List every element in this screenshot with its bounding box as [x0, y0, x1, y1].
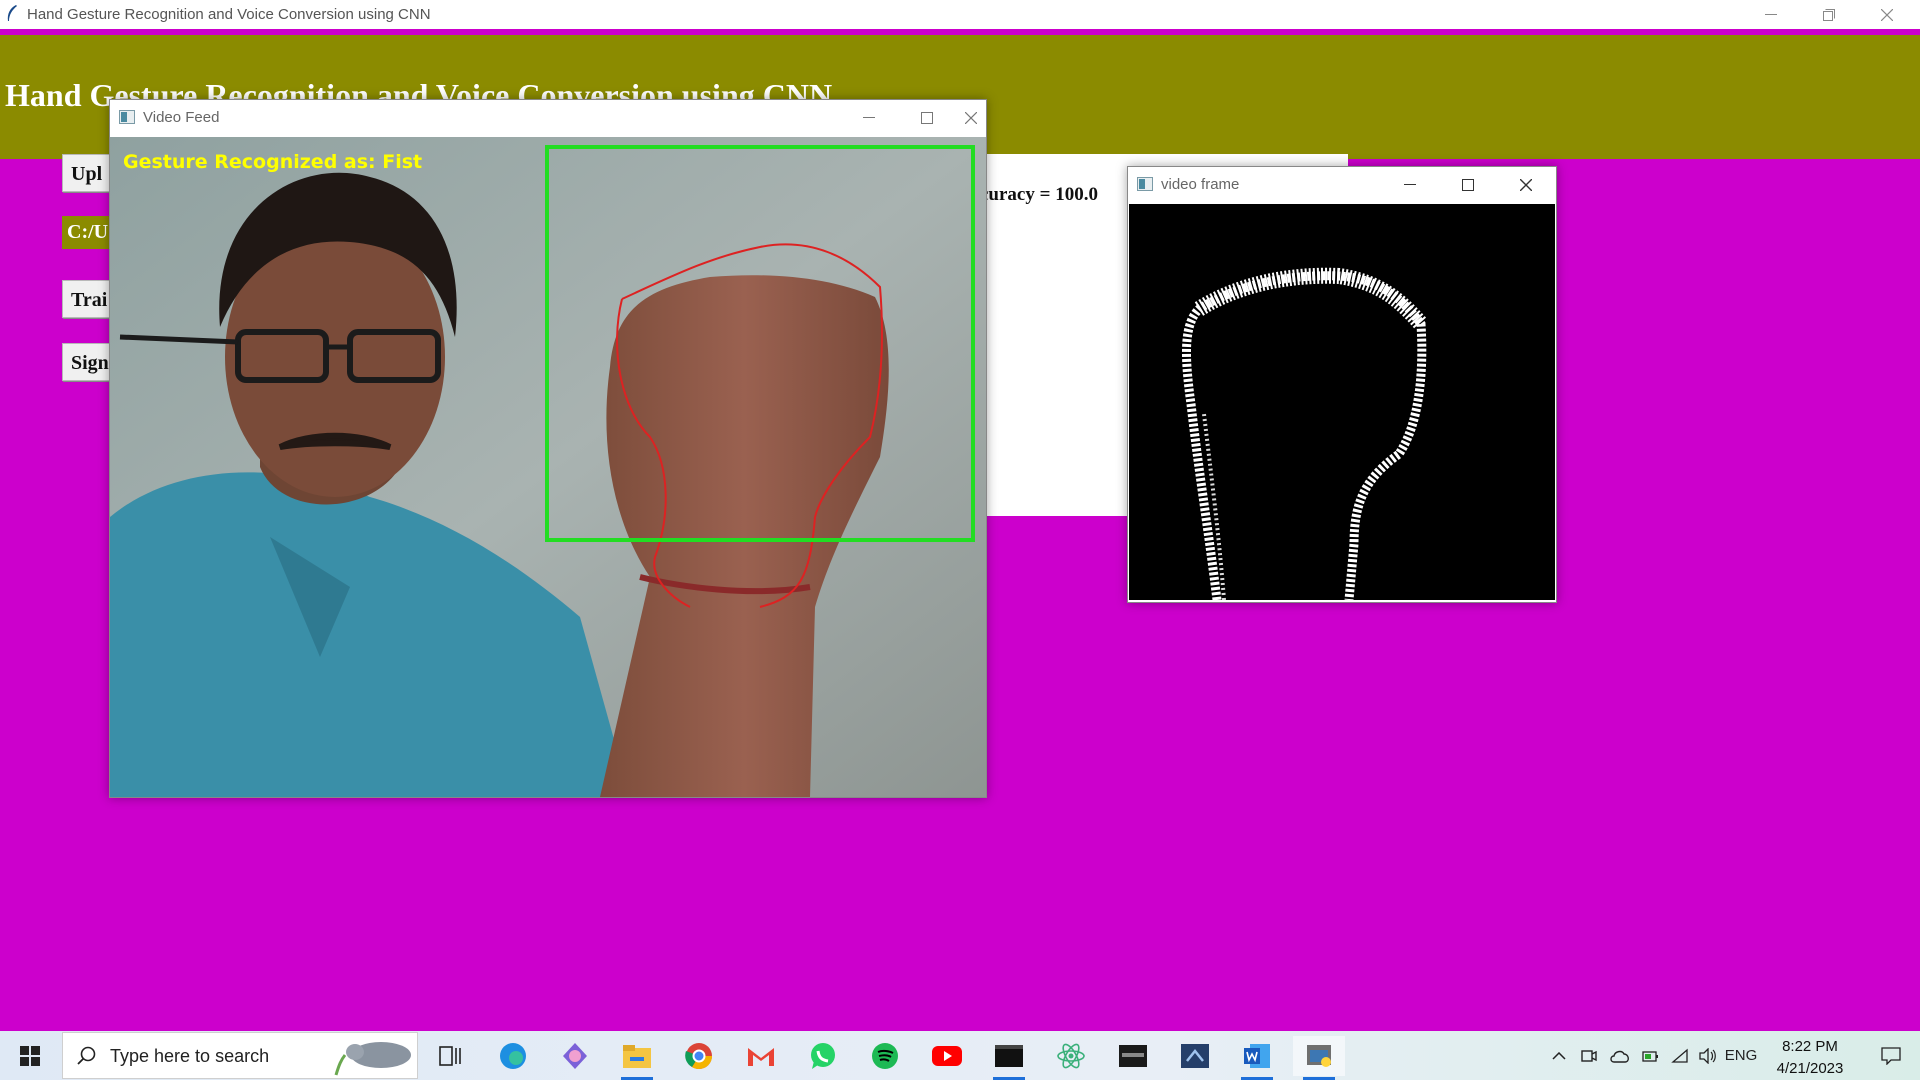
video-frame-window: video frame: [1127, 166, 1557, 603]
frame-minimize-button[interactable]: [1381, 167, 1439, 203]
feed-maximize-button[interactable]: [898, 100, 956, 136]
onedrive-icon[interactable]: [1608, 1031, 1632, 1080]
taskbar-search-box[interactable]: Type here to search: [62, 1032, 418, 1079]
video-feed-window: Video Feed Gesture Recognized as: Fist: [109, 99, 987, 798]
taskbar-clock[interactable]: 8:22 PM 4/21/2023: [1760, 1036, 1860, 1080]
close-button[interactable]: [1858, 0, 1916, 29]
opencv-window-icon: [1137, 177, 1153, 191]
feed-close-button[interactable]: [956, 100, 986, 136]
threshold-mask-image: [1182, 267, 1428, 600]
frame-maximize-button[interactable]: [1439, 167, 1497, 203]
whatsapp-icon[interactable]: [797, 1036, 849, 1076]
chrome-icon[interactable]: [673, 1036, 725, 1076]
start-button[interactable]: [0, 1031, 60, 1080]
react-icon[interactable]: [1045, 1036, 1097, 1076]
edge-icon[interactable]: [487, 1036, 539, 1076]
feed-minimize-button[interactable]: [840, 100, 898, 136]
youtube-icon[interactable]: [921, 1036, 973, 1076]
volume-icon[interactable]: [1696, 1031, 1720, 1080]
webcam-image: [110, 137, 986, 797]
task-view-icon[interactable]: [424, 1036, 476, 1076]
input-language-indicator[interactable]: ENG: [1724, 1031, 1758, 1080]
clock-time: 8:22 PM: [1782, 1038, 1838, 1055]
app-titlebar: Hand Gesture Recognition and Voice Conve…: [0, 0, 1920, 35]
wifi-icon[interactable]: [1668, 1031, 1692, 1080]
search-placeholder: Type here to search: [110, 1046, 270, 1066]
video-frame-titlebar[interactable]: video frame: [1128, 167, 1556, 203]
file-explorer-icon[interactable]: [611, 1036, 663, 1080]
terminal-icon[interactable]: [983, 1036, 1035, 1080]
spotify-icon[interactable]: [859, 1036, 911, 1076]
copilot-icon[interactable]: [549, 1036, 601, 1076]
opencv-window-icon: [119, 110, 135, 124]
python-icon[interactable]: [1293, 1036, 1345, 1080]
threshold-mask-view: [1129, 204, 1555, 600]
show-hidden-icons-chevron-icon[interactable]: [1548, 1031, 1570, 1080]
battery-charging-icon[interactable]: [1640, 1031, 1662, 1080]
word-icon[interactable]: [1231, 1036, 1283, 1080]
search-icon: [77, 1046, 96, 1065]
gesture-recognized-label: Gesture Recognized as: Fist: [123, 151, 423, 173]
app-window-title: Hand Gesture Recognition and Voice Conve…: [27, 6, 431, 23]
search-highlight-manatee-icon: [334, 1042, 411, 1076]
gmail-icon[interactable]: [735, 1036, 787, 1076]
windows-logo-icon: [20, 1045, 40, 1066]
taskbar: Type here to search ENG 8:22 PM 4/21/202…: [0, 1031, 1920, 1080]
minimize-button[interactable]: [1742, 0, 1800, 29]
accuracy-text: curacy = 100.0: [980, 184, 1098, 205]
video-frame-title: video frame: [1161, 176, 1240, 193]
video-feed-titlebar[interactable]: Video Feed: [110, 100, 986, 136]
mysql-icon[interactable]: [1107, 1036, 1159, 1076]
notification-center-icon[interactable]: [1866, 1031, 1916, 1080]
meet-now-icon[interactable]: [1578, 1031, 1600, 1080]
tk-feather-icon: [7, 5, 17, 21]
webcam-view: Gesture Recognized as: Fist: [110, 137, 986, 797]
clock-date: 4/21/2023: [1776, 1060, 1844, 1077]
visual-studio-icon[interactable]: [1169, 1036, 1221, 1076]
restore-button[interactable]: [1800, 0, 1858, 29]
frame-close-button[interactable]: [1497, 167, 1555, 203]
video-feed-title: Video Feed: [143, 109, 220, 126]
